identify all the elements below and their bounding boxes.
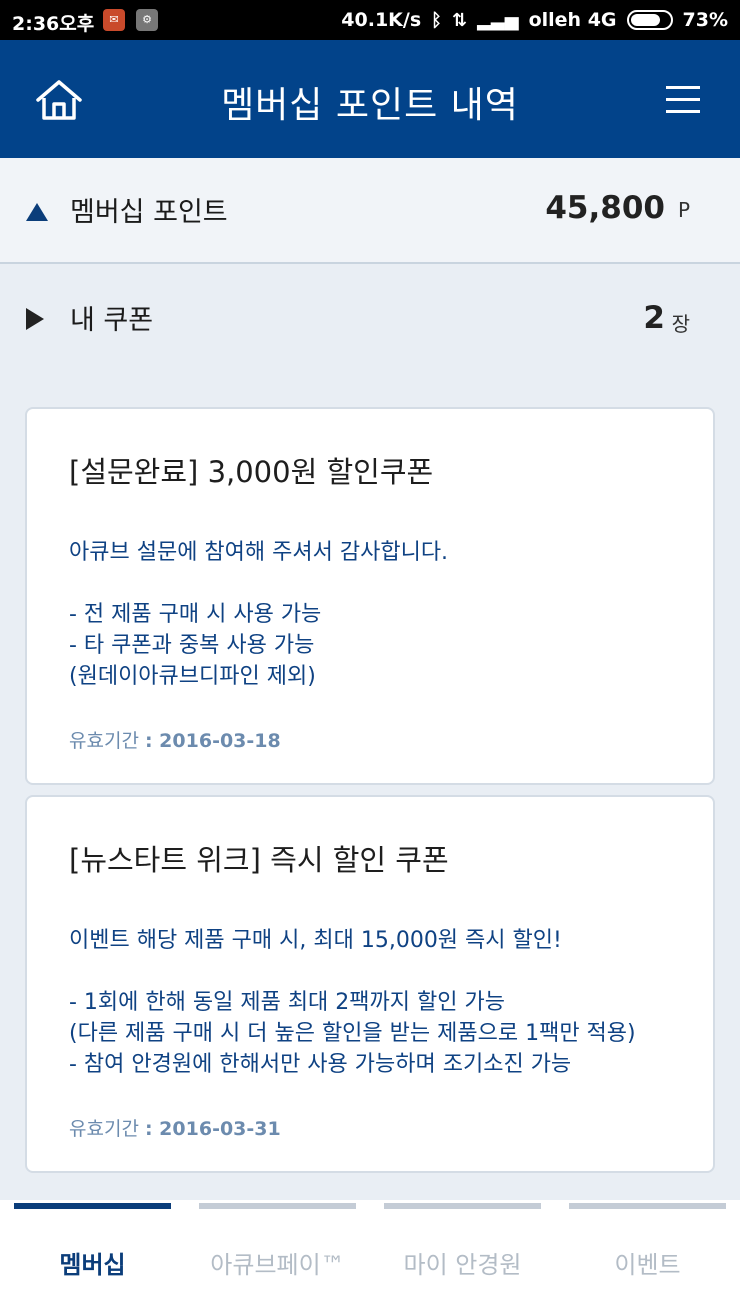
points-label: 멤버십 포인트 (70, 197, 228, 228)
coupon-expiry: 유효기간 : 2016-03-18 (69, 726, 281, 753)
page-title: 멤버십 포인트 내역 (221, 85, 519, 126)
membership-points-row[interactable]: 멤버십 포인트 45,800 P (0, 158, 740, 264)
coupons-unit: 장 (671, 312, 690, 336)
notification-settings-icon: ⚙ (136, 9, 158, 31)
tab-my-optician[interactable]: 마이 안경원 (384, 1200, 541, 1315)
carrier-label: olleh 4G (528, 9, 617, 31)
coupon-card[interactable]: [설문완료] 3,000원 할인쿠폰 아큐브 설문에 참여해 주셔서 감사합니다… (25, 407, 715, 785)
status-time: 2:36오후 (12, 13, 95, 35)
expiry-label: 유효기간 (69, 1118, 139, 1140)
tab-event[interactable]: 이벤트 (569, 1200, 726, 1315)
battery-icon (626, 10, 673, 30)
app-header: 멤버십 포인트 내역 (0, 40, 740, 158)
coupon-title: [뉴스타트 위크] 즉시 할인 쿠폰 (69, 843, 449, 877)
data-transfer-icon: ⇅ (451, 9, 468, 31)
coupon-description: 이벤트 해당 제품 구매 시, 최대 15,000원 즉시 할인! - 1회에 … (69, 928, 636, 1077)
bluetooth-icon: ᛒ (431, 9, 442, 31)
tab-label: 마이 안경원 (403, 1251, 522, 1279)
expand-right-icon (26, 308, 44, 330)
tab-label: 이벤트 (614, 1251, 681, 1279)
my-coupons-row[interactable]: 내 쿠폰 2 장 (0, 266, 740, 376)
battery-percent: 73% (682, 9, 728, 31)
coupon-expiry: 유효기간 : 2016-03-31 (69, 1114, 281, 1141)
points-value: 45,800 (545, 190, 665, 226)
expand-up-icon (26, 203, 48, 221)
tab-label: 아큐브페이™ (210, 1251, 345, 1279)
status-bar: 2:36오후 ✉ ⚙ 40.1K/s ᛒ ⇅ ▂▃▅ olleh 4G 73% (0, 0, 740, 40)
coupon-description: 아큐브 설문에 참여해 주셔서 감사합니다. - 전 제품 구매 시 사용 가능… (69, 540, 449, 689)
coupon-title: [설문완료] 3,000원 할인쿠폰 (69, 455, 434, 489)
coupons-count: 2 (643, 300, 665, 336)
tab-membership[interactable]: 멤버십 (14, 1200, 171, 1315)
coupon-card[interactable]: [뉴스타트 위크] 즉시 할인 쿠폰 이벤트 해당 제품 구매 시, 최대 15… (25, 795, 715, 1173)
expiry-label: 유효기간 (69, 730, 139, 752)
notification-app-icon: ✉ (103, 9, 125, 31)
network-speed: 40.1K/s (341, 9, 422, 31)
status-right: 40.1K/s ᛒ ⇅ ▂▃▅ olleh 4G 73% (341, 9, 728, 31)
tab-acuvue-pay[interactable]: 아큐브페이™ (199, 1200, 356, 1315)
hamburger-menu-icon[interactable] (666, 86, 700, 113)
expiry-date: : 2016-03-18 (144, 730, 281, 752)
signal-icon: ▂▃▅ (477, 9, 519, 31)
expiry-date: : 2016-03-31 (144, 1118, 281, 1140)
tab-label: 멤버십 (59, 1251, 126, 1279)
coupons-label: 내 쿠폰 (70, 305, 154, 336)
points-unit: P (677, 198, 690, 222)
bottom-tab-bar: 멤버십 아큐브페이™ 마이 안경원 이벤트 (0, 1200, 740, 1315)
